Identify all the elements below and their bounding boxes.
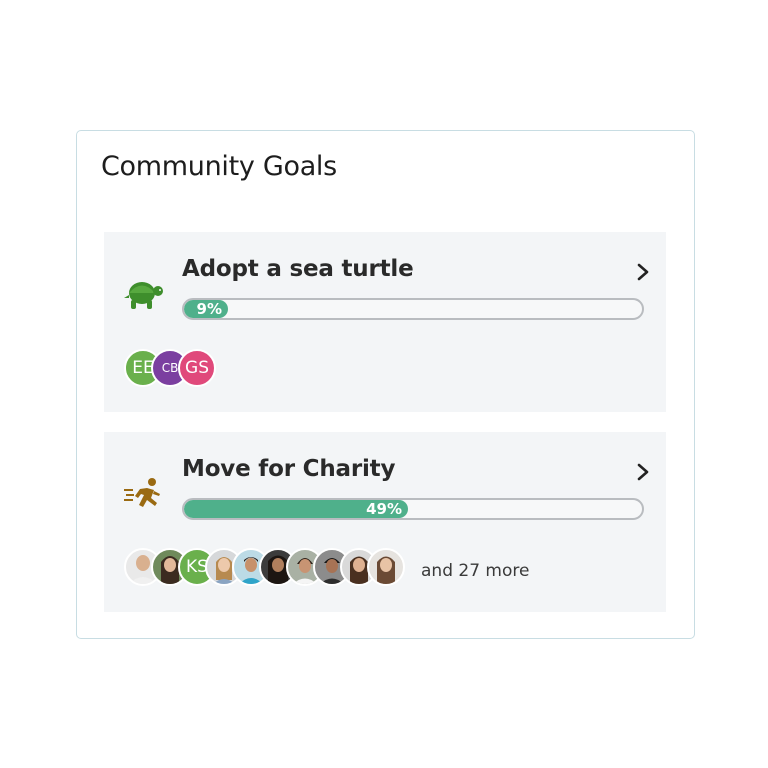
turtle-icon [124,282,163,309]
chevron-right-icon[interactable] [636,262,650,282]
progress-bar: 9% [182,298,644,320]
progress-label: 9% [196,300,222,318]
avatar-photo[interactable] [367,548,405,586]
progress-fill: 49% [184,500,408,518]
more-participants-link[interactable]: and 27 more [421,561,529,581]
card-title: Community Goals [101,151,337,182]
progress-label: 49% [366,500,402,518]
goal-item-sea-turtle[interactable]: Adopt a sea turtle 9% EE CB GS [104,232,666,412]
progress-bar: 49% [182,498,644,520]
goal-title: Adopt a sea turtle [182,256,414,282]
community-goals-card: Community Goals Adopt a sea turtle 9% EE… [76,130,695,639]
goal-item-move-for-charity[interactable]: Move for Charity 49% KS and 27 more [104,432,666,612]
chevron-right-icon[interactable] [636,462,650,482]
runner-icon [124,478,160,507]
progress-fill: 9% [184,300,228,318]
avatar[interactable]: GS [178,349,216,387]
goal-title: Move for Charity [182,456,396,482]
